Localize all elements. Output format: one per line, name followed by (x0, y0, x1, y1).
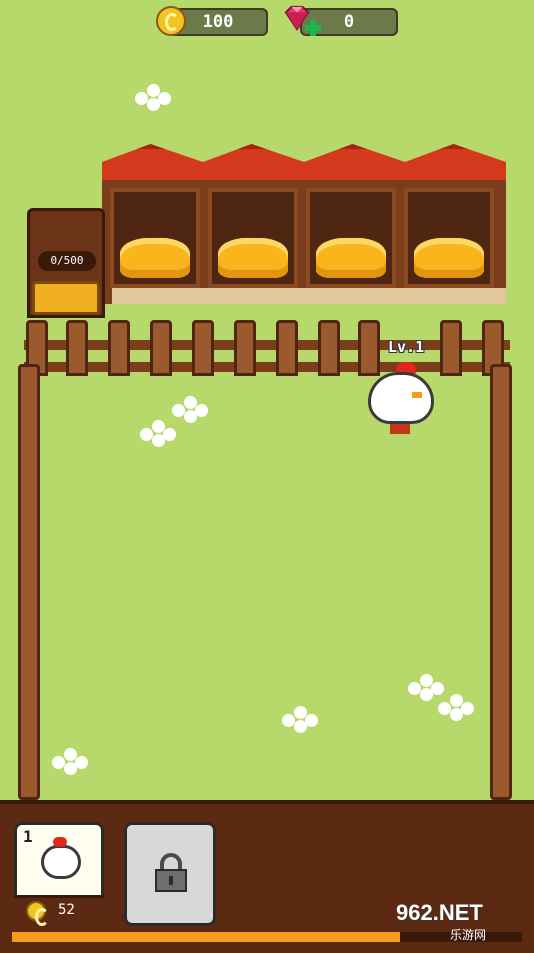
watermark-sub: 乐游网 (450, 928, 487, 942)
lock-icon (155, 853, 187, 892)
nest-1[interactable] (110, 188, 200, 288)
chicken-icon (41, 845, 81, 879)
flower-decoration (172, 396, 208, 424)
flower-decoration (140, 420, 176, 448)
add-gems-icon[interactable] (305, 20, 321, 36)
shop-bar: 1 52 962.NET 乐游网 (0, 800, 534, 953)
coin-icon (156, 6, 186, 36)
price-bar: 52 (14, 895, 104, 928)
hay-icon (120, 238, 190, 278)
coop-floor (112, 288, 506, 304)
watermark: 962.NET 乐游网 (396, 900, 530, 946)
hay-icon (414, 238, 484, 278)
feeder[interactable]: 0/500 (27, 208, 105, 318)
chicken-feet (390, 424, 410, 434)
locked-slot[interactable] (124, 822, 216, 926)
watermark-brand: 962.NET (396, 900, 483, 925)
flower-decoration (438, 694, 474, 722)
chicken-coop[interactable] (102, 144, 506, 304)
slot-index: 1 (23, 827, 33, 846)
flower-decoration (135, 84, 171, 112)
fence-post (318, 320, 340, 376)
feeder-trough (32, 281, 100, 315)
buy-chicken-slot[interactable]: 1 52 (14, 822, 104, 928)
flower-decoration (282, 706, 318, 734)
chicken-level-label: Lv.1 (388, 338, 425, 356)
hay-icon (316, 238, 386, 278)
chicken[interactable]: Lv.1 (366, 338, 440, 442)
progress-fill (12, 932, 400, 942)
fence-post (108, 320, 130, 376)
nest-4[interactable] (404, 188, 494, 288)
gem-count: 0 (343, 12, 355, 32)
fence-right-side (490, 364, 512, 800)
fence-post (234, 320, 256, 376)
feeder-capacity: 0/500 (50, 254, 84, 267)
fence-post (66, 320, 88, 376)
chicken-body (368, 372, 434, 424)
fence-post (440, 320, 462, 376)
hay-icon (218, 238, 288, 278)
feeder-capacity-badge: 0/500 (38, 251, 96, 271)
coin-count: 100 (202, 12, 234, 32)
fence-post (192, 320, 214, 376)
nest-2[interactable] (208, 188, 298, 288)
chicken-beak (412, 392, 422, 398)
fence-left-side (18, 364, 40, 800)
chicken-price: 52 (58, 902, 75, 918)
chicken-comb-icon (53, 837, 67, 847)
fence-post (276, 320, 298, 376)
coin-icon (26, 901, 49, 926)
nest-3[interactable] (306, 188, 396, 288)
fence-post (150, 320, 172, 376)
flower-decoration (52, 748, 88, 776)
